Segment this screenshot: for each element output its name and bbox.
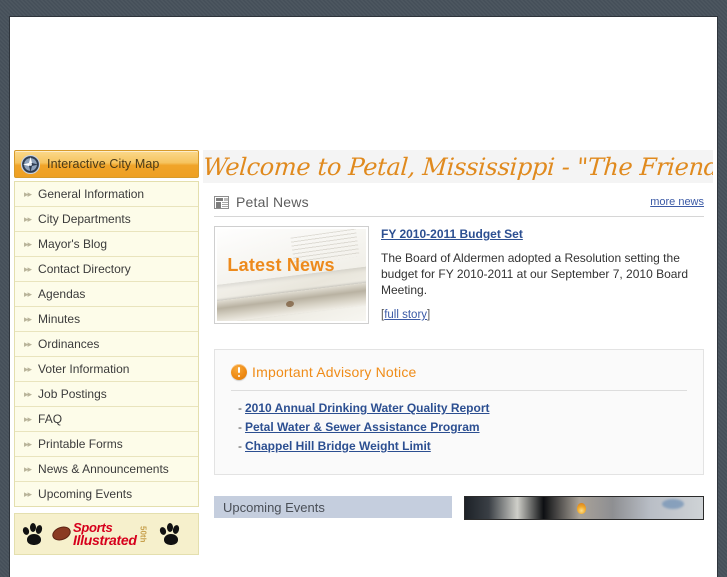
sidebar-item-label: FAQ: [38, 412, 63, 426]
chevron-right-icon: ▸▸: [24, 338, 32, 349]
list-item: - Petal Water & Sewer Assistance Program: [238, 420, 687, 434]
full-story-link[interactable]: full story: [384, 309, 427, 321]
welcome-banner: Welcome to Petal, Mississippi - "The Fri…: [203, 150, 713, 183]
chevron-right-icon: ▸▸: [24, 463, 32, 474]
advisory-header: Important Advisory Notice: [231, 364, 687, 380]
chevron-right-icon: ▸▸: [24, 488, 32, 499]
compass-icon: [20, 154, 41, 174]
sidebar-item-label: Upcoming Events: [38, 487, 133, 501]
sidebar-item-upcoming-events[interactable]: ▸▸ Upcoming Events: [15, 481, 198, 506]
page-title: Welcome to Petal, Mississippi - "The Fri…: [203, 152, 713, 181]
advisory-link[interactable]: Chappel Hill Bridge Weight Limit: [245, 439, 431, 453]
sidebar-item-label: Contact Directory: [38, 262, 131, 276]
chevron-right-icon: ▸▸: [24, 313, 32, 324]
sky-detail: [661, 499, 684, 509]
latest-news-thumbnail[interactable]: Latest News: [214, 226, 369, 324]
list-dash: -: [238, 420, 242, 434]
sidebar-item-label: City Departments: [38, 212, 131, 226]
feature-photo[interactable]: [464, 496, 704, 520]
advisory-link-list: -2010 Annual Drinking Water Quality Repo…: [231, 401, 687, 453]
full-story-wrapper: [full story]: [381, 309, 696, 321]
sidebar-item-general-information[interactable]: ▸▸ General Information: [15, 181, 198, 206]
petal-news-title: Petal News: [236, 194, 309, 210]
list-item: -2010 Annual Drinking Water Quality Repo…: [238, 401, 687, 415]
lower-panels-row: Upcoming Events: [214, 496, 704, 520]
chevron-right-icon: ▸▸: [24, 213, 32, 224]
sidebar: Interactive City Map ▸▸ General Informat…: [14, 150, 199, 555]
chevron-right-icon: ▸▸: [24, 188, 32, 199]
interactive-city-map-button[interactable]: Interactive City Map: [14, 150, 199, 178]
sidebar-item-agendas[interactable]: ▸▸ Agendas: [15, 281, 198, 306]
petal-news-header: Petal News more news: [203, 194, 713, 210]
more-news-link[interactable]: more news: [650, 196, 704, 208]
sidebar-item-news-announcements[interactable]: ▸▸ News & Announcements: [15, 456, 198, 481]
advisory-title: Important Advisory Notice: [252, 364, 417, 380]
sports-illustrated-banner-ad[interactable]: Sports Illustrated 50th: [14, 513, 199, 555]
interactive-city-map-label: Interactive City Map: [47, 157, 160, 171]
chevron-right-icon: ▸▸: [24, 388, 32, 399]
sidebar-item-contact-directory[interactable]: ▸▸ Contact Directory: [15, 256, 198, 281]
paw-print-icon: [21, 522, 47, 546]
banner-anniversary-label: 50th: [138, 525, 148, 543]
chevron-right-icon: ▸▸: [24, 288, 32, 299]
sidebar-item-label: News & Announcements: [38, 462, 169, 476]
list-item: - Chappel Hill Bridge Weight Limit: [238, 439, 687, 453]
upcoming-events-title: Upcoming Events: [223, 499, 325, 515]
chevron-right-icon: ▸▸: [24, 413, 32, 424]
upcoming-events-header: Upcoming Events: [214, 496, 452, 518]
sidebar-item-voter-information[interactable]: ▸▸ Voter Information: [15, 356, 198, 381]
chevron-right-icon: ▸▸: [24, 238, 32, 249]
important-advisory-notice-panel: Important Advisory Notice -2010 Annual D…: [214, 349, 704, 475]
chevron-right-icon: ▸▸: [24, 438, 32, 449]
sidebar-item-ordinances[interactable]: ▸▸ Ordinances: [15, 331, 198, 356]
advisory-divider: [231, 390, 687, 391]
list-dash: -: [238, 439, 242, 453]
sidebar-item-printable-forms[interactable]: ▸▸ Printable Forms: [15, 431, 198, 456]
main-content: Welcome to Petal, Mississippi - "The Fri…: [203, 150, 713, 520]
chevron-right-icon: ▸▸: [24, 363, 32, 374]
sidebar-item-city-departments[interactable]: ▸▸ City Departments: [15, 206, 198, 231]
sidebar-item-label: Ordinances: [38, 337, 100, 351]
sports-illustrated-logo: Sports Illustrated 50th: [50, 521, 148, 548]
news-divider: [214, 216, 704, 217]
sidebar-item-minutes[interactable]: ▸▸ Minutes: [15, 306, 198, 331]
sidebar-item-label: Agendas: [38, 287, 86, 301]
paw-print-icon: [158, 522, 184, 546]
sidebar-item-faq[interactable]: ▸▸ FAQ: [15, 406, 198, 431]
sidebar-item-label: General Information: [38, 187, 145, 201]
football-icon: [50, 524, 73, 544]
news-article: Latest News FY 2010-2011 Budget Set The …: [214, 226, 704, 324]
sidebar-item-label: Printable Forms: [38, 437, 123, 451]
advisory-link[interactable]: Petal Water & Sewer Assistance Program: [245, 420, 480, 434]
news-summary: The Board of Aldermen adopted a Resoluti…: [381, 251, 689, 297]
sidebar-nav: ▸▸ General Information ▸▸ City Departmen…: [14, 181, 199, 507]
upcoming-events-panel: Upcoming Events: [214, 496, 452, 520]
news-headline-link[interactable]: FY 2010-2011 Budget Set: [381, 227, 696, 241]
banner-line-2: Illustrated: [73, 531, 137, 548]
list-dash: -: [238, 401, 242, 415]
advisory-link[interactable]: 2010 Annual Drinking Water Quality Repor…: [245, 401, 490, 415]
chevron-right-icon: ▸▸: [24, 263, 32, 274]
flame-detail: [576, 503, 586, 514]
page-container: Interactive City Map ▸▸ General Informat…: [10, 17, 717, 577]
site-header-banner: [10, 17, 717, 150]
sidebar-item-mayors-blog[interactable]: ▸▸ Mayor's Blog: [15, 231, 198, 256]
sidebar-item-label: Job Postings: [38, 387, 107, 401]
bracket-close: ]: [427, 309, 431, 321]
sidebar-item-label: Voter Information: [38, 362, 130, 376]
warning-icon: [231, 364, 247, 380]
sidebar-item-label: Mayor's Blog: [38, 237, 108, 251]
newspaper-icon: [214, 195, 229, 209]
thumbnail-caption: Latest News: [227, 254, 335, 275]
sidebar-item-label: Minutes: [38, 312, 81, 326]
news-text-block: FY 2010-2011 Budget Set The Board of Ald…: [381, 226, 696, 324]
sidebar-item-job-postings[interactable]: ▸▸ Job Postings: [15, 381, 198, 406]
